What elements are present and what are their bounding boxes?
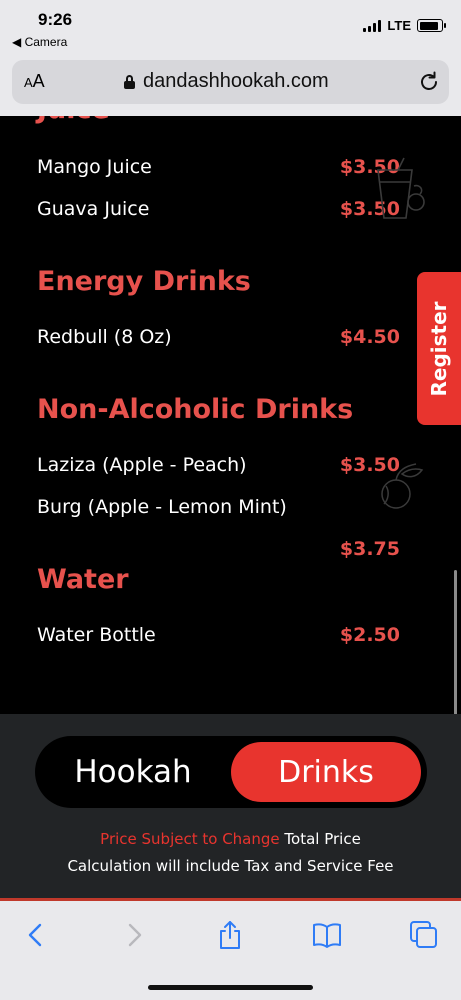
reader-options-button[interactable]: AA [24, 71, 45, 92]
menu-type-toggle: Hookah Drinks [35, 736, 427, 808]
forward-icon[interactable] [118, 919, 150, 951]
menu-item-name: Burg (Apple - Lemon Mint) [37, 496, 287, 518]
price-note-text: Total Price [284, 830, 361, 848]
url-display[interactable]: dandashhookah.com [124, 70, 329, 93]
juice-glass-icon [377, 157, 425, 219]
battery-icon [417, 19, 446, 32]
share-icon[interactable] [214, 919, 246, 951]
network-label: LTE [387, 18, 411, 33]
back-icon[interactable] [20, 919, 52, 951]
section-title-non-alcoholic-drinks: Non-Alcoholic Drinks [37, 394, 354, 425]
menu-item-name: Mango Juice [37, 156, 152, 178]
section-title-water: Water [37, 564, 129, 595]
home-indicator[interactable] [148, 985, 313, 990]
price-change-notice: Price Subject to Change [100, 830, 280, 848]
price-note-line-2: Calculation will include Tax and Service… [67, 857, 394, 875]
menu-item-name: Guava Juice [37, 198, 150, 220]
status-time: 9:26 [38, 10, 73, 29]
menu-item-name: Redbull (8 Oz) [37, 326, 172, 348]
status-indicators: LTE [363, 18, 446, 33]
address-bar[interactable]: AA dandashhookah.com [12, 60, 449, 104]
lock-icon [124, 74, 135, 89]
price-note-line-1: Price Subject to Change Total Price [0, 830, 461, 848]
reload-icon[interactable] [417, 70, 441, 94]
menu-item-name: Water Bottle [37, 624, 156, 646]
menu-item-price: $3.75 [339, 538, 400, 560]
url-text: dandashhookah.com [143, 70, 329, 92]
browser-address-area: AA dandashhookah.com [0, 58, 461, 116]
register-label: Register [427, 300, 451, 397]
menu-item-price: $4.50 [339, 326, 400, 348]
signal-icon [363, 19, 382, 32]
status-bar: 9:26 ◀ Camera LTE [0, 0, 461, 58]
hookah-tab[interactable]: Hookah [35, 736, 231, 808]
tabs-icon[interactable] [408, 919, 440, 951]
fruit-illustration-icon [381, 463, 424, 509]
bottom-panel: Hookah Drinks Price Subject to Change To… [0, 714, 461, 900]
menu-item-price: $2.50 [339, 624, 400, 646]
bookmarks-icon[interactable] [311, 919, 343, 951]
back-to-camera-link[interactable]: ◀ Camera [12, 35, 67, 49]
drinks-tab[interactable]: Drinks [231, 742, 421, 802]
section-title-juice: Juice [37, 116, 110, 125]
browser-toolbar [0, 901, 461, 1000]
menu-item-name: Laziza (Apple - Peach) [37, 454, 247, 476]
section-title-energy-drinks: Energy Drinks [37, 266, 251, 297]
register-tab-button[interactable]: Register [417, 272, 461, 425]
drinks-menu: Juice Mango Juice $3.50 Guava Juice $3.5… [0, 116, 461, 714]
